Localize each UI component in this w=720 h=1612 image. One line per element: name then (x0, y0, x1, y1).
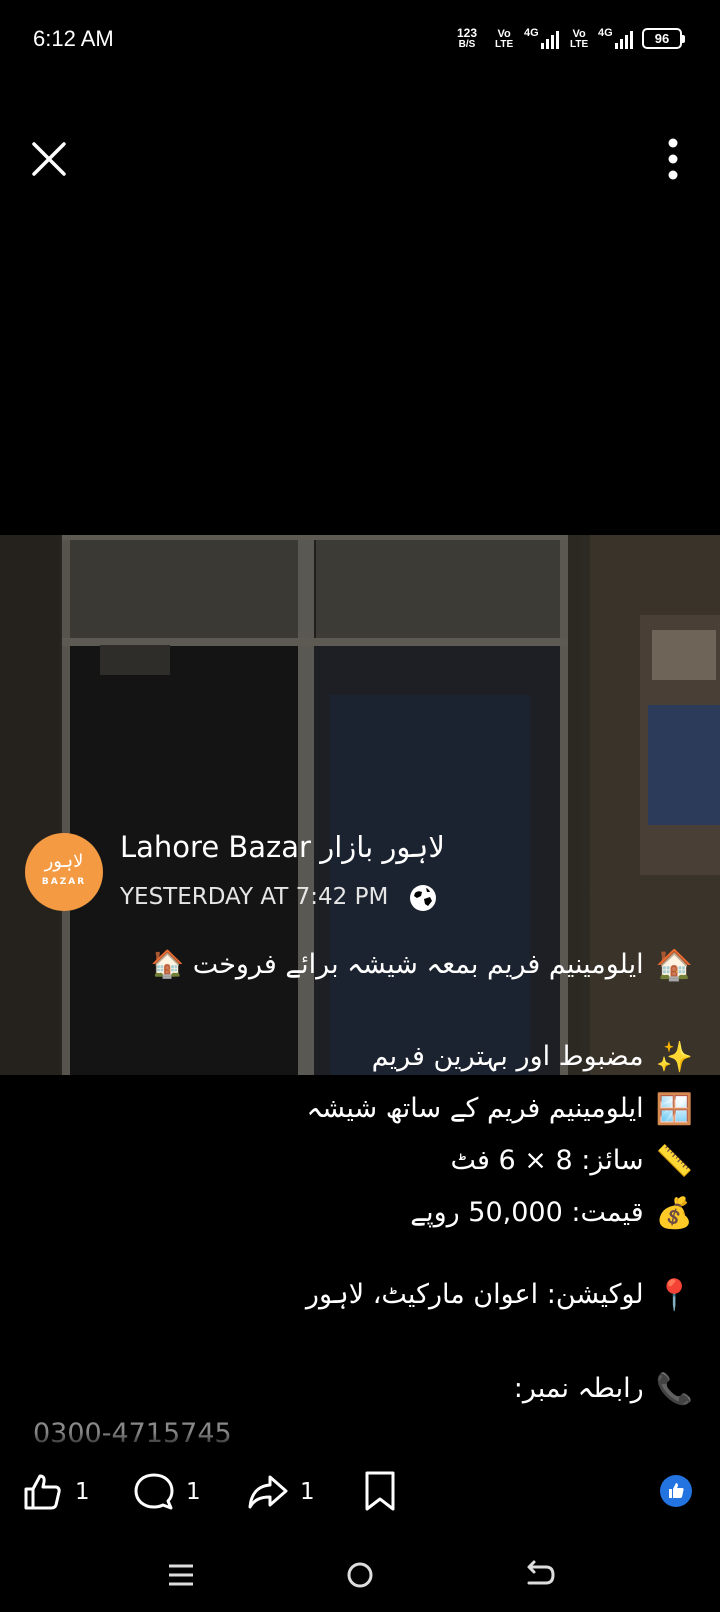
like-count: 1 (75, 1479, 90, 1505)
more-options-icon[interactable] (658, 136, 688, 182)
post-photo[interactable] (0, 535, 720, 1075)
page-avatar[interactable]: لاہور BAZAR (25, 833, 103, 911)
home-icon[interactable] (340, 1557, 380, 1593)
network-2: 4G (598, 27, 613, 39)
comment-button[interactable]: 1 (134, 1470, 201, 1514)
like-badge-icon (669, 1483, 684, 1498)
bookmark-icon[interactable] (363, 1470, 397, 1512)
avatar-logo-urdu: لاہور (44, 851, 84, 872)
money-bag-icon: 💰 (655, 1196, 693, 1231)
globe-icon (410, 885, 436, 911)
network-1: 4G (524, 27, 539, 39)
sparkles-icon: ✨ (655, 1040, 693, 1075)
comment-icon (134, 1473, 174, 1510)
status-time: 6:12 AM (33, 26, 114, 51)
avatar-logo-text: BAZAR (41, 877, 87, 887)
thumbs-up-icon (24, 1474, 61, 1510)
caption-line-contact: 📞رابطہ نمبر: (513, 1372, 693, 1407)
recent-apps-icon[interactable] (161, 1557, 201, 1593)
volte-1: Vo LTE (495, 28, 514, 50)
caption-line-price: 💰قیمت: 50,000 روپے (410, 1196, 693, 1231)
window-frame-photo (0, 535, 720, 1075)
house-icon: 🏠 (655, 948, 693, 983)
caption-line-glass: 🪟ایلومینیم فریم کے ساتھ شیشہ (306, 1092, 693, 1127)
signal-icon-1 (541, 31, 559, 49)
page-name[interactable]: Lahore Bazar لاہور بازار (120, 830, 445, 864)
phone-icon: 📞 (655, 1372, 693, 1407)
caption-line-size: 📏سائز: 8 × 6 فٹ (450, 1144, 694, 1179)
like-reaction-badge (660, 1475, 692, 1507)
share-count: 1 (300, 1479, 315, 1505)
caption-line-location: 📍لوکیشن: اعوان مارکیٹ، لاہور (305, 1278, 693, 1313)
volte-2: Vo LTE (570, 28, 589, 50)
back-icon[interactable] (520, 1557, 560, 1593)
share-icon (248, 1475, 288, 1509)
caption-line-title: 🏠ایلومینیم فریم بمعہ شیشہ برائے فروخت 🏠 (150, 948, 693, 983)
close-icon[interactable] (30, 140, 68, 178)
window-icon: 🪟 (655, 1092, 693, 1127)
caption-fade (0, 1432, 720, 1452)
post-timestamp: YESTERDAY AT 7:42 PM (120, 884, 389, 910)
pin-icon: 📍 (655, 1278, 693, 1313)
signal-icon-2 (615, 31, 633, 49)
battery-indicator: 96 (642, 28, 685, 49)
status-bar: 6:12 AM 123 B/S Vo LTE 4G Vo LTE 4G 96 (0, 0, 720, 80)
comment-count: 1 (186, 1479, 201, 1505)
net-speed: 123 B/S (457, 26, 478, 50)
caption-line-strong: ✨مضبوط اور بہترین فریم (371, 1040, 693, 1075)
share-button[interactable]: 1 (248, 1470, 315, 1514)
like-button[interactable]: 1 (23, 1470, 90, 1514)
ruler-icon: 📏 (655, 1144, 693, 1179)
